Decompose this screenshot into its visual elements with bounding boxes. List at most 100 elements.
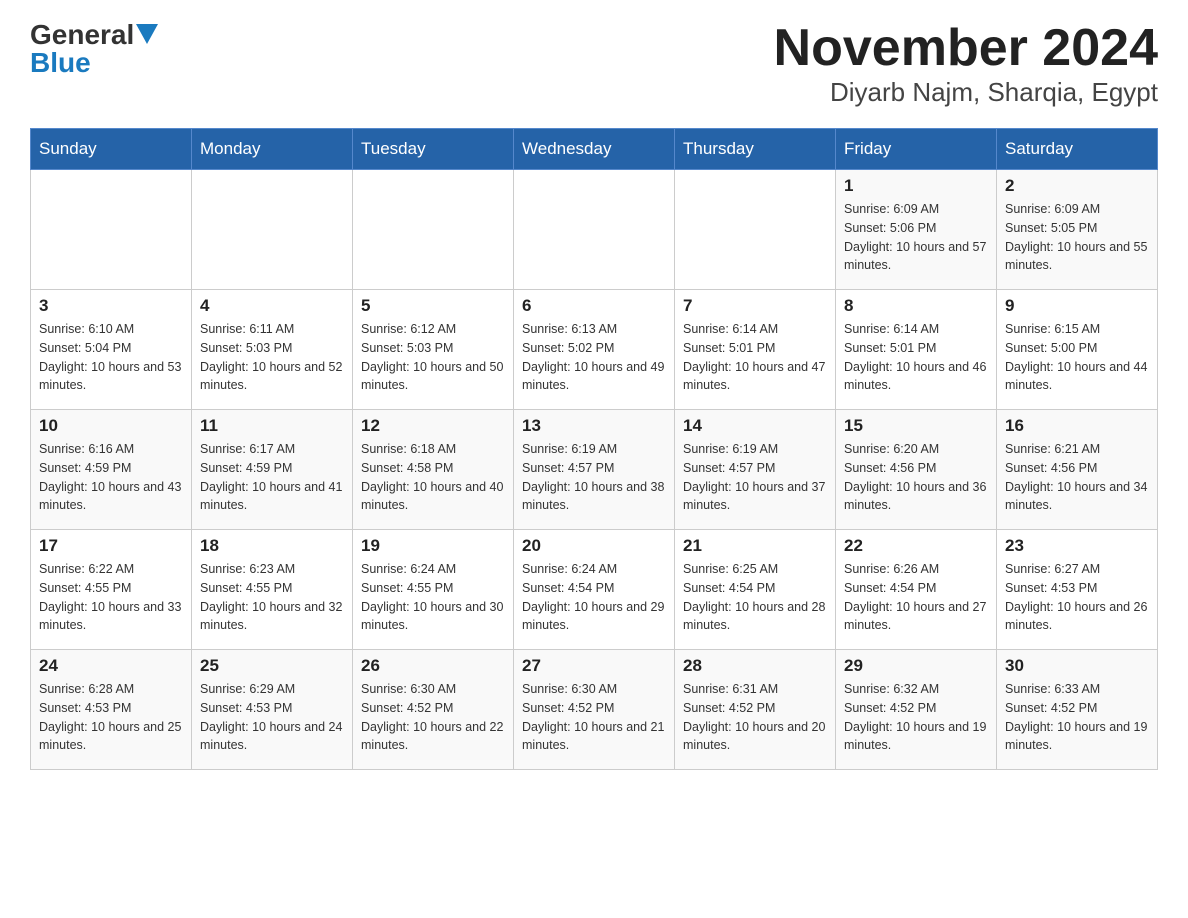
day-info: Sunrise: 6:24 AM Sunset: 4:54 PM Dayligh…: [522, 562, 664, 632]
day-number: 19: [361, 536, 505, 556]
day-number: 27: [522, 656, 666, 676]
week-row-3: 10 Sunrise: 6:16 AM Sunset: 4:59 PM Dayli…: [31, 410, 1158, 530]
day-info: Sunrise: 6:14 AM Sunset: 5:01 PM Dayligh…: [683, 322, 825, 392]
calendar-cell: 26 Sunrise: 6:30 AM Sunset: 4:52 PM Dayli…: [353, 650, 514, 770]
day-info: Sunrise: 6:32 AM Sunset: 4:52 PM Dayligh…: [844, 682, 986, 752]
day-info: Sunrise: 6:24 AM Sunset: 4:55 PM Dayligh…: [361, 562, 503, 632]
day-number: 6: [522, 296, 666, 316]
day-info: Sunrise: 6:30 AM Sunset: 4:52 PM Dayligh…: [361, 682, 503, 752]
day-info: Sunrise: 6:28 AM Sunset: 4:53 PM Dayligh…: [39, 682, 181, 752]
calendar-cell: [31, 170, 192, 290]
calendar-cell: 25 Sunrise: 6:29 AM Sunset: 4:53 PM Dayli…: [192, 650, 353, 770]
calendar-cell: 5 Sunrise: 6:12 AM Sunset: 5:03 PM Daylig…: [353, 290, 514, 410]
day-number: 8: [844, 296, 988, 316]
calendar-cell: 22Sunrise: 6:26 AM Sunset: 4:54 PM Dayli…: [836, 530, 997, 650]
day-number: 24: [39, 656, 183, 676]
calendar-cell: 19 Sunrise: 6:24 AM Sunset: 4:55 PM Dayli…: [353, 530, 514, 650]
day-info: Sunrise: 6:22 AM Sunset: 4:55 PM Dayligh…: [39, 562, 181, 632]
week-row-2: 3 Sunrise: 6:10 AM Sunset: 5:04 PM Daylig…: [31, 290, 1158, 410]
calendar-cell: 21Sunrise: 6:25 AM Sunset: 4:54 PM Dayli…: [675, 530, 836, 650]
day-header-wednesday: Wednesday: [514, 129, 675, 170]
day-info: Sunrise: 6:09 AM Sunset: 5:06 PM Dayligh…: [844, 202, 986, 272]
calendar-cell: 15 Sunrise: 6:20 AM Sunset: 4:56 PM Dayli…: [836, 410, 997, 530]
day-info: Sunrise: 6:16 AM Sunset: 4:59 PM Dayligh…: [39, 442, 181, 512]
calendar-table: SundayMondayTuesdayWednesdayThursdayFrid…: [30, 128, 1158, 770]
week-row-1: 1 Sunrise: 6:09 AM Sunset: 5:06 PM Daylig…: [31, 170, 1158, 290]
day-info: Sunrise: 6:19 AM Sunset: 4:57 PM Dayligh…: [522, 442, 664, 512]
day-header-sunday: Sunday: [31, 129, 192, 170]
day-info: Sunrise: 6:33 AM Sunset: 4:52 PM Dayligh…: [1005, 682, 1147, 752]
day-info: Sunrise: 6:21 AM Sunset: 4:56 PM Dayligh…: [1005, 442, 1147, 512]
day-number: 2: [1005, 176, 1149, 196]
calendar-cell: [192, 170, 353, 290]
day-number: 18: [200, 536, 344, 556]
day-number: 13: [522, 416, 666, 436]
day-info: Sunrise: 6:15 AM Sunset: 5:00 PM Dayligh…: [1005, 322, 1147, 392]
calendar-cell: 8 Sunrise: 6:14 AM Sunset: 5:01 PM Daylig…: [836, 290, 997, 410]
day-info: Sunrise: 6:12 AM Sunset: 5:03 PM Dayligh…: [361, 322, 503, 392]
calendar-cell: 6 Sunrise: 6:13 AM Sunset: 5:02 PM Daylig…: [514, 290, 675, 410]
calendar-cell: 2Sunrise: 6:09 AM Sunset: 5:05 PM Daylig…: [997, 170, 1158, 290]
day-header-thursday: Thursday: [675, 129, 836, 170]
day-header-saturday: Saturday: [997, 129, 1158, 170]
day-number: 15: [844, 416, 988, 436]
week-row-5: 24 Sunrise: 6:28 AM Sunset: 4:53 PM Dayli…: [31, 650, 1158, 770]
calendar-cell: 3 Sunrise: 6:10 AM Sunset: 5:04 PM Daylig…: [31, 290, 192, 410]
page-header: General Blue November 2024 Diyarb Najm, …: [30, 20, 1158, 108]
day-number: 17: [39, 536, 183, 556]
day-info: Sunrise: 6:29 AM Sunset: 4:53 PM Dayligh…: [200, 682, 342, 752]
day-number: 7: [683, 296, 827, 316]
day-info: Sunrise: 6:11 AM Sunset: 5:03 PM Dayligh…: [200, 322, 342, 392]
calendar-cell: [353, 170, 514, 290]
day-number: 26: [361, 656, 505, 676]
day-info: Sunrise: 6:31 AM Sunset: 4:52 PM Dayligh…: [683, 682, 825, 752]
day-info: Sunrise: 6:23 AM Sunset: 4:55 PM Dayligh…: [200, 562, 342, 632]
day-info: Sunrise: 6:17 AM Sunset: 4:59 PM Dayligh…: [200, 442, 342, 512]
calendar-cell: 10 Sunrise: 6:16 AM Sunset: 4:59 PM Dayli…: [31, 410, 192, 530]
day-number: 29: [844, 656, 988, 676]
day-number: 5: [361, 296, 505, 316]
day-number: 25: [200, 656, 344, 676]
day-number: 30: [1005, 656, 1149, 676]
calendar-cell: 27Sunrise: 6:30 AM Sunset: 4:52 PM Dayli…: [514, 650, 675, 770]
day-number: 28: [683, 656, 827, 676]
day-header-friday: Friday: [836, 129, 997, 170]
calendar-cell: 28 Sunrise: 6:31 AM Sunset: 4:52 PM Dayli…: [675, 650, 836, 770]
calendar-cell: 24 Sunrise: 6:28 AM Sunset: 4:53 PM Dayli…: [31, 650, 192, 770]
calendar-body: 1 Sunrise: 6:09 AM Sunset: 5:06 PM Daylig…: [31, 170, 1158, 770]
calendar-cell: 20 Sunrise: 6:24 AM Sunset: 4:54 PM Dayli…: [514, 530, 675, 650]
calendar-title: November 2024: [774, 20, 1158, 77]
day-header-tuesday: Tuesday: [353, 129, 514, 170]
day-number: 11: [200, 416, 344, 436]
day-info: Sunrise: 6:20 AM Sunset: 4:56 PM Dayligh…: [844, 442, 986, 512]
day-number: 10: [39, 416, 183, 436]
day-number: 14: [683, 416, 827, 436]
logo: General Blue: [30, 20, 158, 77]
week-row-4: 17 Sunrise: 6:22 AM Sunset: 4:55 PM Dayli…: [31, 530, 1158, 650]
calendar-cell: 30 Sunrise: 6:33 AM Sunset: 4:52 PM Dayli…: [997, 650, 1158, 770]
day-info: Sunrise: 6:19 AM Sunset: 4:57 PM Dayligh…: [683, 442, 825, 512]
calendar-header: SundayMondayTuesdayWednesdayThursdayFrid…: [31, 129, 1158, 170]
calendar-cell: 12Sunrise: 6:18 AM Sunset: 4:58 PM Dayli…: [353, 410, 514, 530]
calendar-cell: 17 Sunrise: 6:22 AM Sunset: 4:55 PM Dayli…: [31, 530, 192, 650]
title-block: November 2024 Diyarb Najm, Sharqia, Egyp…: [774, 20, 1158, 108]
day-info: Sunrise: 6:27 AM Sunset: 4:53 PM Dayligh…: [1005, 562, 1147, 632]
day-number: 16: [1005, 416, 1149, 436]
calendar-cell: 16 Sunrise: 6:21 AM Sunset: 4:56 PM Dayli…: [997, 410, 1158, 530]
calendar-cell: 14 Sunrise: 6:19 AM Sunset: 4:57 PM Dayli…: [675, 410, 836, 530]
calendar-cell: [675, 170, 836, 290]
day-number: 23: [1005, 536, 1149, 556]
day-info: Sunrise: 6:13 AM Sunset: 5:02 PM Dayligh…: [522, 322, 664, 392]
logo-arrow-icon: [136, 24, 158, 44]
day-number: 20: [522, 536, 666, 556]
day-number: 1: [844, 176, 988, 196]
calendar-subtitle: Diyarb Najm, Sharqia, Egypt: [774, 77, 1158, 108]
calendar-cell: [514, 170, 675, 290]
calendar-cell: 9Sunrise: 6:15 AM Sunset: 5:00 PM Daylig…: [997, 290, 1158, 410]
day-info: Sunrise: 6:10 AM Sunset: 5:04 PM Dayligh…: [39, 322, 181, 392]
day-number: 4: [200, 296, 344, 316]
calendar-cell: 11 Sunrise: 6:17 AM Sunset: 4:59 PM Dayli…: [192, 410, 353, 530]
day-info: Sunrise: 6:14 AM Sunset: 5:01 PM Dayligh…: [844, 322, 986, 392]
logo-general-text: General: [30, 21, 134, 49]
day-number: 3: [39, 296, 183, 316]
